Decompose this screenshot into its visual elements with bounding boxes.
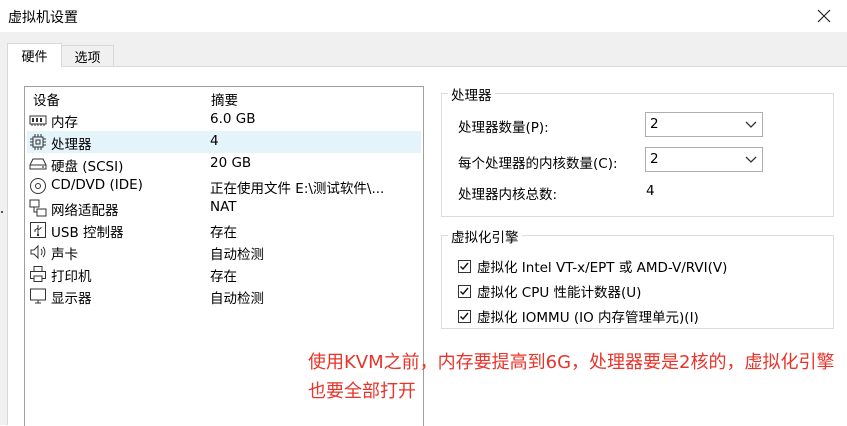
virtualization-group-title: 虚拟化引擎: [448, 226, 522, 246]
stray-dot: [1, 211, 3, 213]
column-header-device[interactable]: 设备: [33, 89, 60, 109]
device-row-sound-card[interactable]: 声卡 自动检测: [27, 241, 421, 263]
hard-disk-icon: [29, 158, 47, 170]
total-cores-value: 4: [646, 183, 655, 199]
virtualize-vtx-checkbox[interactable]: 虚拟化 Intel VT-x/EPT 或 AMD-V/RVI(V): [458, 256, 727, 276]
annotation-text: 使用KVM之前，内存要提高到6G，处理器要是2核的，虚拟化引擎也要全部打开: [308, 352, 835, 402]
network-adapter-icon: [29, 199, 47, 217]
checkmark-icon: [460, 262, 469, 270]
tab-hardware[interactable]: 硬件: [7, 43, 62, 67]
tab-hardware-label: 硬件: [21, 50, 48, 65]
speaker-icon: [30, 244, 46, 260]
printer-icon: [30, 266, 46, 282]
device-summary: 20 GB: [210, 155, 252, 171]
cd-dvd-icon: [30, 178, 46, 194]
virtualize-cpu-counters-checkbox[interactable]: 虚拟化 CPU 性能计数器(U): [458, 281, 641, 301]
virtualization-engine-group: 虚拟化引擎 虚拟化 Intel VT-x/EPT 或 AMD-V/RVI(V) …: [441, 226, 834, 329]
checkmark-icon: [460, 312, 469, 320]
chevron-down-icon: [745, 156, 757, 163]
device-name: 内存: [51, 115, 78, 131]
device-row-memory[interactable]: 内存 6.0 GB: [27, 109, 421, 131]
device-summary: NAT: [210, 199, 237, 215]
device-row-usb-controller[interactable]: USB 控制器 存在: [27, 219, 421, 241]
num-processors-dropdown[interactable]: 2: [645, 112, 763, 137]
device-name: 声卡: [51, 247, 78, 263]
virtualize-vtx-label: 虚拟化 Intel VT-x/EPT 或 AMD-V/RVI(V): [477, 260, 728, 276]
device-summary: 存在: [210, 269, 237, 285]
device-row-processor[interactable]: 处理器 4: [27, 131, 421, 153]
virtualize-iommu-checkbox[interactable]: 虚拟化 IOMMU (IO 内存管理单元)(I): [458, 306, 699, 326]
num-processors-value: 2: [650, 116, 659, 132]
close-button[interactable]: [801, 0, 847, 32]
device-summary: 自动检测: [210, 291, 264, 307]
title-bar: 虚拟机设置: [0, 0, 847, 32]
device-row-cd-dvd[interactable]: CD/DVD (IDE) 正在使用文件 E:\测试软件\...: [27, 175, 421, 197]
device-row-display[interactable]: 显示器 自动检测: [27, 285, 421, 307]
device-name: 打印机: [51, 269, 92, 285]
checkbox-box: [458, 309, 471, 323]
device-row-printer[interactable]: 打印机 存在: [27, 263, 421, 285]
device-summary: 存在: [210, 225, 237, 241]
device-name: USB 控制器: [51, 225, 124, 241]
cores-per-processor-label: 每个处理器的内核数量(C):: [458, 156, 618, 172]
num-processors-label: 处理器数量(P):: [458, 120, 549, 136]
device-row-network-adapter[interactable]: 网络适配器 NAT: [27, 197, 421, 219]
column-header-summary[interactable]: 摘要: [211, 89, 238, 109]
device-summary: 正在使用文件 E:\测试软件\...: [210, 181, 385, 197]
checkbox-box: [458, 284, 471, 298]
virtualize-cpu-counters-label: 虚拟化 CPU 性能计数器(U): [477, 285, 642, 301]
processor-group: 处理器 处理器数量(P): 2 每个处理器的内核数量(C): 2 处理器内核总数…: [441, 84, 834, 217]
cores-per-processor-value: 2: [650, 151, 659, 167]
cores-per-processor-dropdown[interactable]: 2: [645, 147, 763, 172]
device-name: CD/DVD (IDE): [51, 177, 143, 193]
processor-icon: [30, 134, 46, 150]
memory-icon: [29, 115, 47, 126]
virtualize-iommu-label: 虚拟化 IOMMU (IO 内存管理单元)(I): [477, 310, 699, 326]
monitor-icon: [30, 288, 46, 304]
dialog-body: 硬件 选项 设备 摘要 内存 6.0 GB 处理器 4 硬盘 (SCSI) 20…: [0, 32, 847, 426]
device-summary: 4: [210, 133, 219, 149]
device-name: 处理器: [51, 137, 92, 153]
device-name: 硬盘 (SCSI): [51, 159, 124, 175]
device-row-hard-disk[interactable]: 硬盘 (SCSI) 20 GB: [27, 153, 421, 175]
tab-options-label: 选项: [74, 51, 101, 66]
close-icon: [817, 9, 831, 23]
tab-options[interactable]: 选项: [62, 45, 114, 67]
usb-icon: [30, 222, 46, 238]
processor-group-title: 处理器: [448, 84, 495, 104]
device-name: 显示器: [51, 291, 92, 307]
checkmark-icon: [460, 287, 469, 295]
total-cores-label: 处理器内核总数:: [458, 187, 558, 203]
device-summary: 6.0 GB: [210, 111, 256, 127]
chevron-down-icon: [745, 121, 757, 128]
checkbox-box: [458, 259, 471, 273]
device-name: 网络适配器: [51, 203, 119, 219]
device-summary: 自动检测: [210, 247, 264, 263]
window-title: 虚拟机设置: [8, 10, 78, 26]
